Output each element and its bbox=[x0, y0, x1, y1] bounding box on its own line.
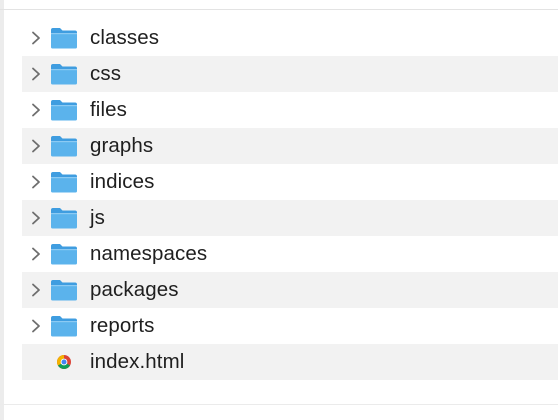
list-item[interactable]: packages bbox=[22, 272, 558, 308]
disclosure-chevron-icon[interactable] bbox=[22, 200, 50, 236]
folder-icon bbox=[50, 56, 80, 92]
item-name: graphs bbox=[90, 134, 154, 157]
item-name: classes bbox=[90, 26, 160, 49]
disclosure-chevron-icon[interactable] bbox=[22, 92, 50, 128]
chrome-html-file-icon bbox=[50, 344, 80, 380]
folder-icon bbox=[50, 272, 80, 308]
list-item[interactable]: reports bbox=[22, 308, 558, 344]
chevron-placeholder bbox=[22, 344, 50, 380]
list-item[interactable]: indices bbox=[22, 164, 558, 200]
disclosure-chevron-icon[interactable] bbox=[22, 56, 50, 92]
folder-icon bbox=[50, 200, 80, 236]
folder-icon bbox=[50, 308, 80, 344]
item-name: namespaces bbox=[90, 242, 208, 265]
folder-icon bbox=[50, 164, 80, 200]
item-name: css bbox=[90, 62, 122, 85]
finder-window: classes css files graphs indices js name… bbox=[0, 0, 558, 420]
top-divider bbox=[0, 9, 558, 10]
disclosure-chevron-icon[interactable] bbox=[22, 236, 50, 272]
disclosure-chevron-icon[interactable] bbox=[22, 20, 50, 56]
list-item[interactable]: js bbox=[22, 200, 558, 236]
disclosure-chevron-icon[interactable] bbox=[22, 164, 50, 200]
folder-icon bbox=[50, 128, 80, 164]
file-list: classes css files graphs indices js name… bbox=[22, 20, 558, 380]
disclosure-chevron-icon[interactable] bbox=[22, 128, 50, 164]
item-name: index.html bbox=[90, 350, 185, 373]
item-name: indices bbox=[90, 170, 155, 193]
item-name: packages bbox=[90, 278, 179, 301]
sidebar-edge bbox=[0, 0, 4, 420]
disclosure-chevron-icon[interactable] bbox=[22, 308, 50, 344]
item-name: js bbox=[90, 206, 106, 229]
list-item[interactable]: graphs bbox=[22, 128, 558, 164]
folder-icon bbox=[50, 236, 80, 272]
list-item[interactable]: files bbox=[22, 92, 558, 128]
list-item[interactable]: classes bbox=[22, 20, 558, 56]
folder-icon bbox=[50, 92, 80, 128]
disclosure-chevron-icon[interactable] bbox=[22, 272, 50, 308]
list-item[interactable]: namespaces bbox=[22, 236, 558, 272]
list-item[interactable]: index.html bbox=[22, 344, 558, 380]
item-name: reports bbox=[90, 314, 155, 337]
list-item[interactable]: css bbox=[22, 56, 558, 92]
bottom-divider bbox=[0, 404, 558, 405]
folder-icon bbox=[50, 20, 80, 56]
item-name: files bbox=[90, 98, 127, 121]
